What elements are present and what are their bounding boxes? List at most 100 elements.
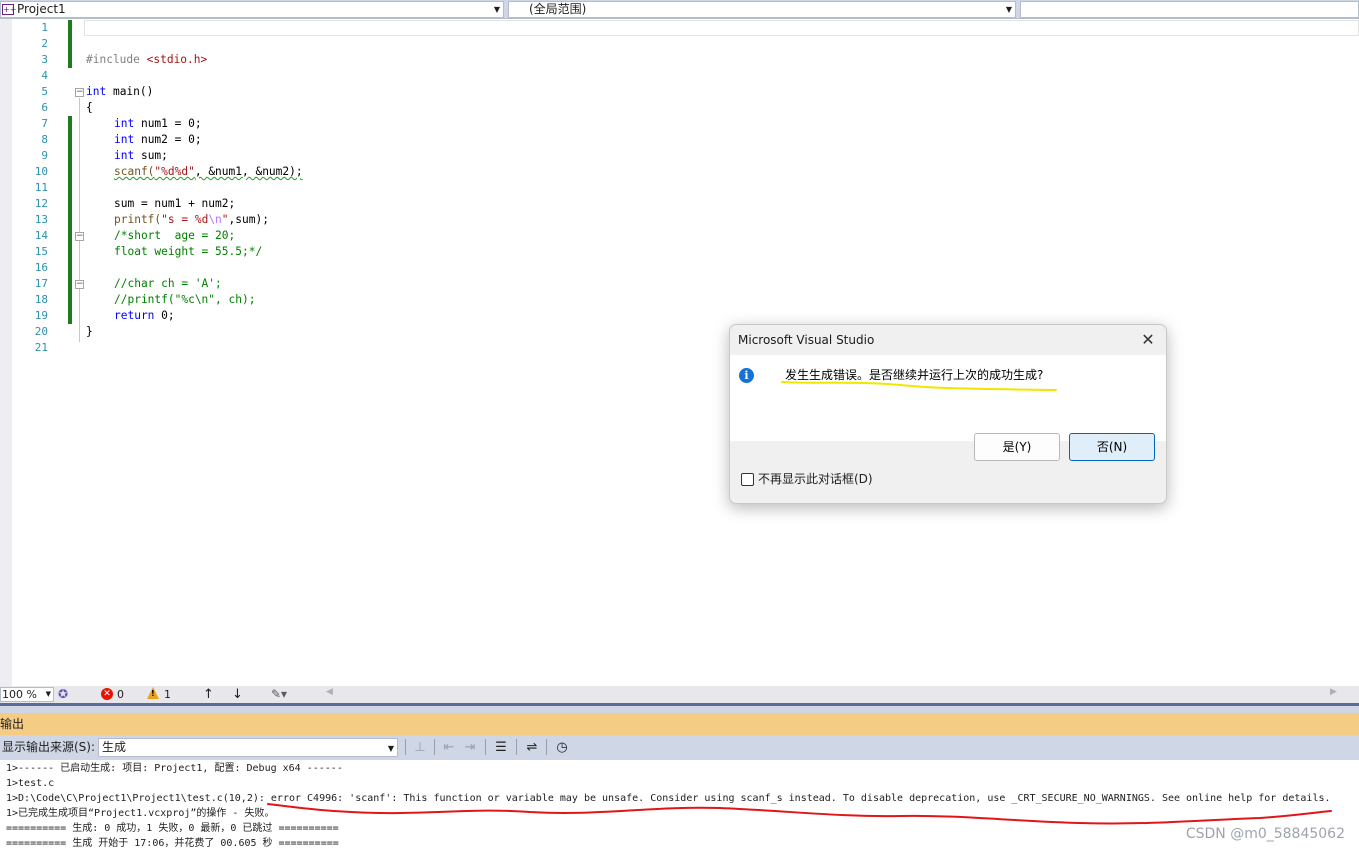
toolbar-separator <box>516 739 517 755</box>
previous-message-icon[interactable]: ⇤ <box>440 739 458 756</box>
navigation-bar: ++ Project1 ▼ (全局范围) ▼ <box>0 0 1359 19</box>
toolbar-separator <box>546 739 547 755</box>
warning-icon[interactable]: ! <box>147 687 159 699</box>
code-line: printf("s = %d\n",sum); <box>114 213 269 226</box>
current-line-highlight <box>84 20 1359 36</box>
watermark: CSDN @m0_58845062 <box>1185 826 1345 842</box>
outline-guide <box>79 98 80 342</box>
line-number: 8 <box>41 133 48 146</box>
line-number: 15 <box>34 245 48 258</box>
output-source-dropdown[interactable]: 生成 ▼ <box>98 738 398 757</box>
code-line: float weight = 55.5;*/ <box>114 245 263 258</box>
panel-splitter[interactable] <box>0 703 1359 713</box>
output-panel-title: 输出 <box>0 713 1359 735</box>
output-line: 1>D:\Code\C\Project1\Project1\test.c(10,… <box>6 793 1331 804</box>
cpp-project-icon: ++ <box>2 4 17 15</box>
line-number: 19 <box>34 309 48 322</box>
dialog-title: Microsoft Visual Studio <box>738 333 875 347</box>
dont-show-again-checkbox[interactable] <box>741 473 754 486</box>
chevron-down-icon: ▼ <box>493 5 500 14</box>
collapse-toggle[interactable]: − <box>75 88 84 97</box>
line-number: 9 <box>41 149 48 162</box>
dialog-message: 发生生成错误。是否继续并运行上次的成功生成? <box>785 368 1044 382</box>
find-message-icon[interactable]: ⊥ <box>411 739 429 756</box>
code-line: int num1 = 0; <box>114 117 202 130</box>
line-number: 3 <box>41 53 48 66</box>
project-name: Project1 <box>17 2 66 16</box>
code-line: { <box>86 101 93 114</box>
chevron-down-icon: ▼ <box>387 744 394 753</box>
line-number: 11 <box>34 181 48 194</box>
toolbar-separator <box>405 739 406 755</box>
code-line: //printf("%c\n", ch); <box>114 293 256 306</box>
output-line: 1>------ 已启动生成: 项目: Project1, 配置: Debug … <box>6 763 343 774</box>
line-number: 21 <box>34 341 48 354</box>
line-number: 14 <box>34 229 48 242</box>
line-number: 18 <box>34 293 48 306</box>
yes-button[interactable]: 是(Y) <box>974 433 1060 461</box>
editor-status-bar: 100 % ▼ ✪ ✕ 0 ! 1 ↑ ↓ ✎▾ ◀ ▶ <box>0 686 1359 703</box>
output-text-area[interactable]: 1>------ 已启动生成: 项目: Project1, 配置: Debug … <box>0 760 1359 854</box>
code-line: int num2 = 0; <box>114 133 202 146</box>
code-line: //char ch = 'A'; <box>114 277 222 290</box>
output-line: 1>test.c <box>6 778 55 789</box>
word-wrap-icon[interactable]: ⇌ <box>523 739 541 756</box>
line-number: 20 <box>34 325 48 338</box>
code-line: /*short age = 20; <box>114 229 236 242</box>
dialog-body: i 发生生成错误。是否继续并运行上次的成功生成? <box>730 355 1166 441</box>
next-issue-arrow-down-icon[interactable]: ↓ <box>232 687 243 702</box>
error-icon[interactable]: ✕ <box>101 688 113 700</box>
output-source-label: 显示输出来源(S): <box>2 740 96 754</box>
change-indicator <box>68 20 72 68</box>
clock-icon[interactable]: ◷ <box>553 739 571 756</box>
output-line: ========== 生成: 0 成功，1 失败，0 最新，0 已跳过 ====… <box>6 823 339 834</box>
line-number: 5 <box>41 85 48 98</box>
output-source-value: 生成 <box>102 740 127 754</box>
previous-issue-arrow-up-icon[interactable]: ↑ <box>203 687 214 702</box>
close-icon[interactable]: ✕ <box>1138 330 1158 350</box>
scope-value: (全局范围) <box>529 2 587 16</box>
output-line: 1>已完成生成项目“Project1.vcxproj”的操作 - 失败。 <box>6 808 275 819</box>
code-cleanup-brush-icon[interactable]: ✎▾ <box>271 687 287 702</box>
code-line: int sum; <box>114 149 168 162</box>
clear-all-icon[interactable]: ☰ <box>492 739 510 756</box>
error-count[interactable]: 0 <box>117 687 124 702</box>
zoom-dropdown[interactable]: 100 % ▼ <box>0 687 54 702</box>
line-number: 4 <box>41 69 48 82</box>
collapse-toggle[interactable]: − <box>75 232 84 241</box>
no-button[interactable]: 否(N) <box>1069 433 1155 461</box>
scope-dropdown[interactable]: (全局范围) ▼ <box>508 1 1016 18</box>
member-dropdown[interactable] <box>1020 1 1359 18</box>
chevron-down-icon: ▼ <box>45 690 51 698</box>
code-line: scanf("%d%d", &num1, &num2); <box>114 165 303 178</box>
message-dialog: Microsoft Visual Studio ✕ i 发生生成错误。是否继续并… <box>729 324 1167 504</box>
line-number: 16 <box>34 261 48 274</box>
copilot-icon[interactable]: ✪ <box>58 687 68 702</box>
code-line: int main() <box>86 85 154 98</box>
output-line: ========== 生成 开始于 17:06，并花费了 00.605 秒 ==… <box>6 838 339 849</box>
info-icon: i <box>739 368 754 383</box>
project-dropdown[interactable]: ++ Project1 ▼ <box>0 1 504 18</box>
scroll-left-icon[interactable]: ◀ <box>326 687 333 697</box>
line-number: 1 <box>41 21 48 34</box>
code-line: return 0; <box>114 309 175 322</box>
output-toolbar: 显示输出来源(S): 生成 ▼ ⊥ ⇤ ⇥ ☰ ⇌ ◷ <box>0 735 1359 760</box>
dont-show-again-label[interactable]: 不再显示此对话框(D) <box>758 472 873 487</box>
code-line: #include <stdio.h> <box>86 53 208 66</box>
zoom-value: 100 % <box>2 688 37 701</box>
toolbar-separator <box>434 739 435 755</box>
line-number: 10 <box>34 165 48 178</box>
line-number: 17 <box>34 277 48 290</box>
toolbar-separator <box>485 739 486 755</box>
collapse-toggle[interactable]: − <box>75 280 84 289</box>
warning-count[interactable]: 1 <box>164 687 171 702</box>
line-number: 12 <box>34 197 48 210</box>
change-indicator <box>68 116 72 324</box>
scroll-right-icon[interactable]: ▶ <box>1330 687 1337 697</box>
next-message-icon[interactable]: ⇥ <box>461 739 479 756</box>
code-line: } <box>86 325 93 338</box>
editor-margin <box>0 19 12 686</box>
code-line: sum = num1 + num2; <box>114 197 236 210</box>
line-number: 6 <box>41 101 48 114</box>
line-number: 13 <box>34 213 48 226</box>
